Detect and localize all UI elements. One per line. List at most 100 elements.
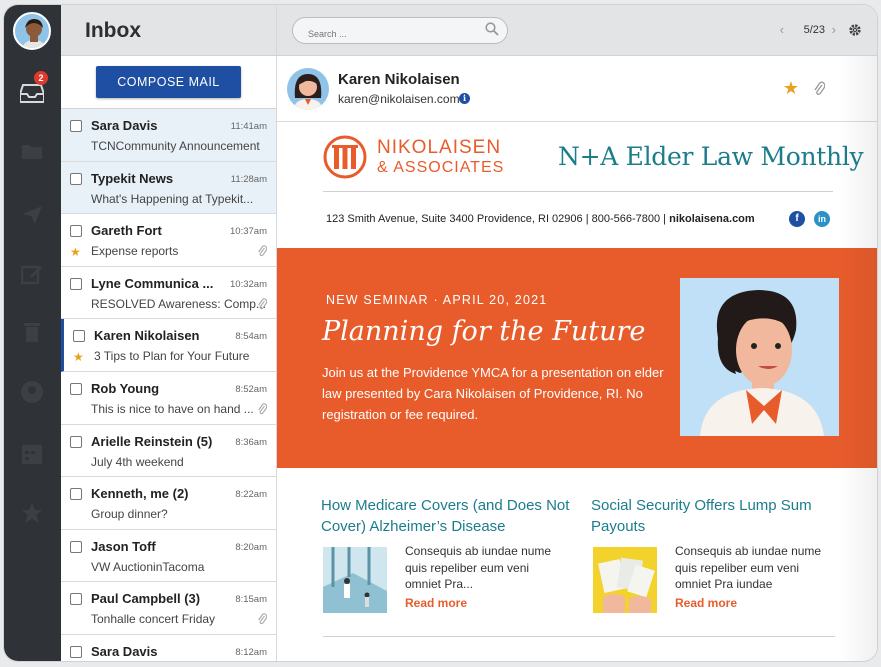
nav-rail: 2	[4, 5, 61, 661]
article-thumbnail	[593, 547, 657, 613]
mail-checkbox[interactable]	[70, 488, 82, 501]
mail-checkbox[interactable]	[70, 435, 82, 448]
mail-list-item[interactable]: Jason Toff 8:20am VW AuctioninTacoma	[61, 530, 276, 583]
read-more-link[interactable]: Read more	[405, 595, 565, 612]
mail-sender: Rob Young	[91, 380, 160, 396]
calendar-icon[interactable]	[18, 440, 46, 468]
page-title: Inbox	[61, 5, 276, 56]
mail-subject: July 4th weekend	[91, 454, 184, 469]
mail-checkbox[interactable]	[70, 120, 82, 132]
mail-list-item[interactable]: Kenneth, me (2) 8:22am Group dinner?	[61, 477, 276, 530]
mail-list-item[interactable]: Arielle Reinstein (5) 8:36am July 4th week…	[61, 425, 276, 478]
mail-time: 8:15am	[235, 594, 267, 606]
mail-checkbox[interactable]	[70, 225, 82, 238]
paperclip-icon	[257, 402, 268, 418]
read-more-link[interactable]: Read more	[675, 595, 835, 612]
mail-sender: Sara Davis	[91, 643, 158, 659]
mail-list-item[interactable]: Paul Campbell (3) 8:15am Tonhalle concert …	[61, 582, 276, 635]
mail-subject: RESOLVED Awareness: Comp...	[91, 296, 266, 311]
mail-checkbox[interactable]	[73, 330, 85, 343]
mail-list-item[interactable]: Typekit News 11:28am What's Happening at T…	[61, 161, 276, 215]
mail-subject: This is nice to have on hand ...	[91, 401, 254, 416]
linkedin-icon[interactable]: in	[814, 211, 830, 227]
mail-time: 8:12am	[235, 646, 267, 658]
starred-icon[interactable]	[18, 499, 46, 527]
mail-list-item[interactable]: Sara Davis 11:41am TCNCommunity Announceme…	[61, 109, 276, 162]
mail-sender: Paul Campbell (3)	[91, 591, 201, 607]
mail-time: 8:52am	[235, 383, 267, 395]
mail-subject: 3 Tips to Plan for Your Future	[94, 349, 250, 364]
mail-sender: Sara Davis	[91, 118, 158, 133]
mail-time: 10:37am	[230, 226, 267, 238]
sender-name: Karen Nikolaisen	[338, 71, 460, 88]
search-icon[interactable]	[485, 22, 499, 41]
mail-sender: Kenneth, me (2)	[91, 486, 189, 502]
firm-logo-icon	[323, 135, 367, 179]
mail-list-pane: Inbox COMPOSE MAIL Sara Davis 11:41am TCNC…	[61, 5, 277, 661]
page-counter: 5/23	[803, 24, 825, 36]
newsletter-header: NIKOLAISEN & ASSOCIATES N+A Elder Law Mo…	[323, 135, 864, 195]
compose-area: COMPOSE MAIL	[61, 56, 276, 109]
app-window: 2 Inbox COMPOSE MAIL Sara Davis 11:41am TC…	[4, 5, 877, 661]
mail-subject: Tonhalle concert Friday	[91, 612, 216, 627]
article-excerpt: Consequis ab iundae nume quis repeliber …	[405, 543, 565, 611]
send-icon[interactable]	[18, 201, 46, 229]
mail-subject: Group dinner?	[91, 507, 168, 522]
firm-address: 123 Smith Avenue, Suite 3400 Providence,…	[326, 213, 755, 225]
mail-list-item[interactable]: Lyne Communica ... 10:32am RESOLVED Awaren…	[61, 267, 276, 320]
article-excerpt-text: Consequis ab iundae nume quis repeliber …	[675, 544, 822, 591]
folder-icon[interactable]	[18, 137, 46, 165]
mail-checkbox[interactable]	[70, 540, 82, 553]
gear-icon[interactable]	[848, 23, 862, 42]
trash-icon[interactable]	[18, 318, 46, 346]
reading-pane: ‹ 5/23 › Karen Nikolaisen karen@nikolais…	[277, 5, 877, 661]
seminar-description: Join us at the Providence YMCA for a pre…	[322, 365, 664, 422]
chevron-right-icon[interactable]: ›	[832, 22, 836, 37]
logo-subtext: & ASSOCIATES	[377, 159, 505, 176]
mail-list-item[interactable]: ★ Karen Nikolaisen 8:54am 3 Tips to Plan fo…	[61, 319, 276, 372]
unread-badge: 2	[34, 71, 48, 85]
mail-checkbox[interactable]	[70, 172, 82, 185]
mail-list-item[interactable]: ★ Gareth Fort 10:37am Expense reports	[61, 214, 276, 267]
user-avatar[interactable]	[13, 12, 51, 50]
article-excerpt-text: Consequis ab iundae nume quis repeliber …	[405, 544, 552, 591]
mail-checkbox[interactable]	[70, 277, 82, 290]
edit-icon[interactable]	[18, 260, 46, 288]
article-excerpt: Consequis ab iundae nume quis repeliber …	[675, 543, 835, 611]
mail-checkbox[interactable]	[70, 593, 82, 606]
mail-subject: TCNCommunity Announcement	[91, 139, 260, 153]
paperclip-icon[interactable]	[813, 80, 826, 99]
info-icon[interactable]: i	[459, 93, 470, 104]
chevron-left-icon[interactable]: ‹	[780, 22, 784, 37]
reading-toolbar: ‹ 5/23 ›	[277, 5, 877, 56]
star-icon[interactable]: ★	[783, 78, 799, 99]
article-title[interactable]: Social Security Offers Lump Sum Payouts	[591, 495, 841, 537]
article-title[interactable]: How Medicare Covers (and Does Not Cover)…	[321, 495, 571, 537]
seminar-headline: Planning for the Future	[322, 316, 646, 347]
star-icon[interactable]: ★	[73, 350, 84, 364]
mail-checkbox[interactable]	[70, 645, 82, 658]
article-card: How Medicare Covers (and Does Not Cover)…	[321, 495, 571, 613]
mail-sender: Gareth Fort	[91, 223, 162, 239]
sender-email: karen@nikolaisen.com	[338, 92, 460, 106]
mail-checkbox[interactable]	[70, 382, 82, 395]
sender-avatar	[287, 68, 329, 110]
paperclip-icon	[257, 244, 268, 260]
mail-subject: VW AuctioninTacoma	[91, 559, 205, 574]
mail-sender: Karen Nikolaisen	[94, 328, 200, 344]
contacts-icon[interactable]	[18, 378, 46, 406]
mail-time: 8:54am	[235, 331, 267, 343]
facebook-icon[interactable]: f	[789, 211, 805, 227]
website-link[interactable]: nikolaisena.com	[669, 213, 755, 225]
address-text: 123 Smith Avenue, Suite 3400 Providence,…	[326, 213, 667, 225]
speaker-illustration	[680, 278, 839, 436]
mail-list-item[interactable]: Sara Davis 8:12am	[61, 635, 276, 661]
message-header: Karen Nikolaisen karen@nikolaisen.com i …	[277, 56, 877, 122]
mail-time: 11:28am	[230, 173, 267, 185]
compose-button[interactable]: COMPOSE MAIL	[96, 66, 241, 98]
mail-time: 11:41am	[230, 121, 267, 132]
mail-time: 8:22am	[235, 489, 267, 501]
star-icon[interactable]: ★	[70, 245, 81, 259]
mail-list-item[interactable]: Rob Young 8:52am This is nice to have on h…	[61, 372, 276, 425]
search-input[interactable]	[292, 17, 508, 44]
